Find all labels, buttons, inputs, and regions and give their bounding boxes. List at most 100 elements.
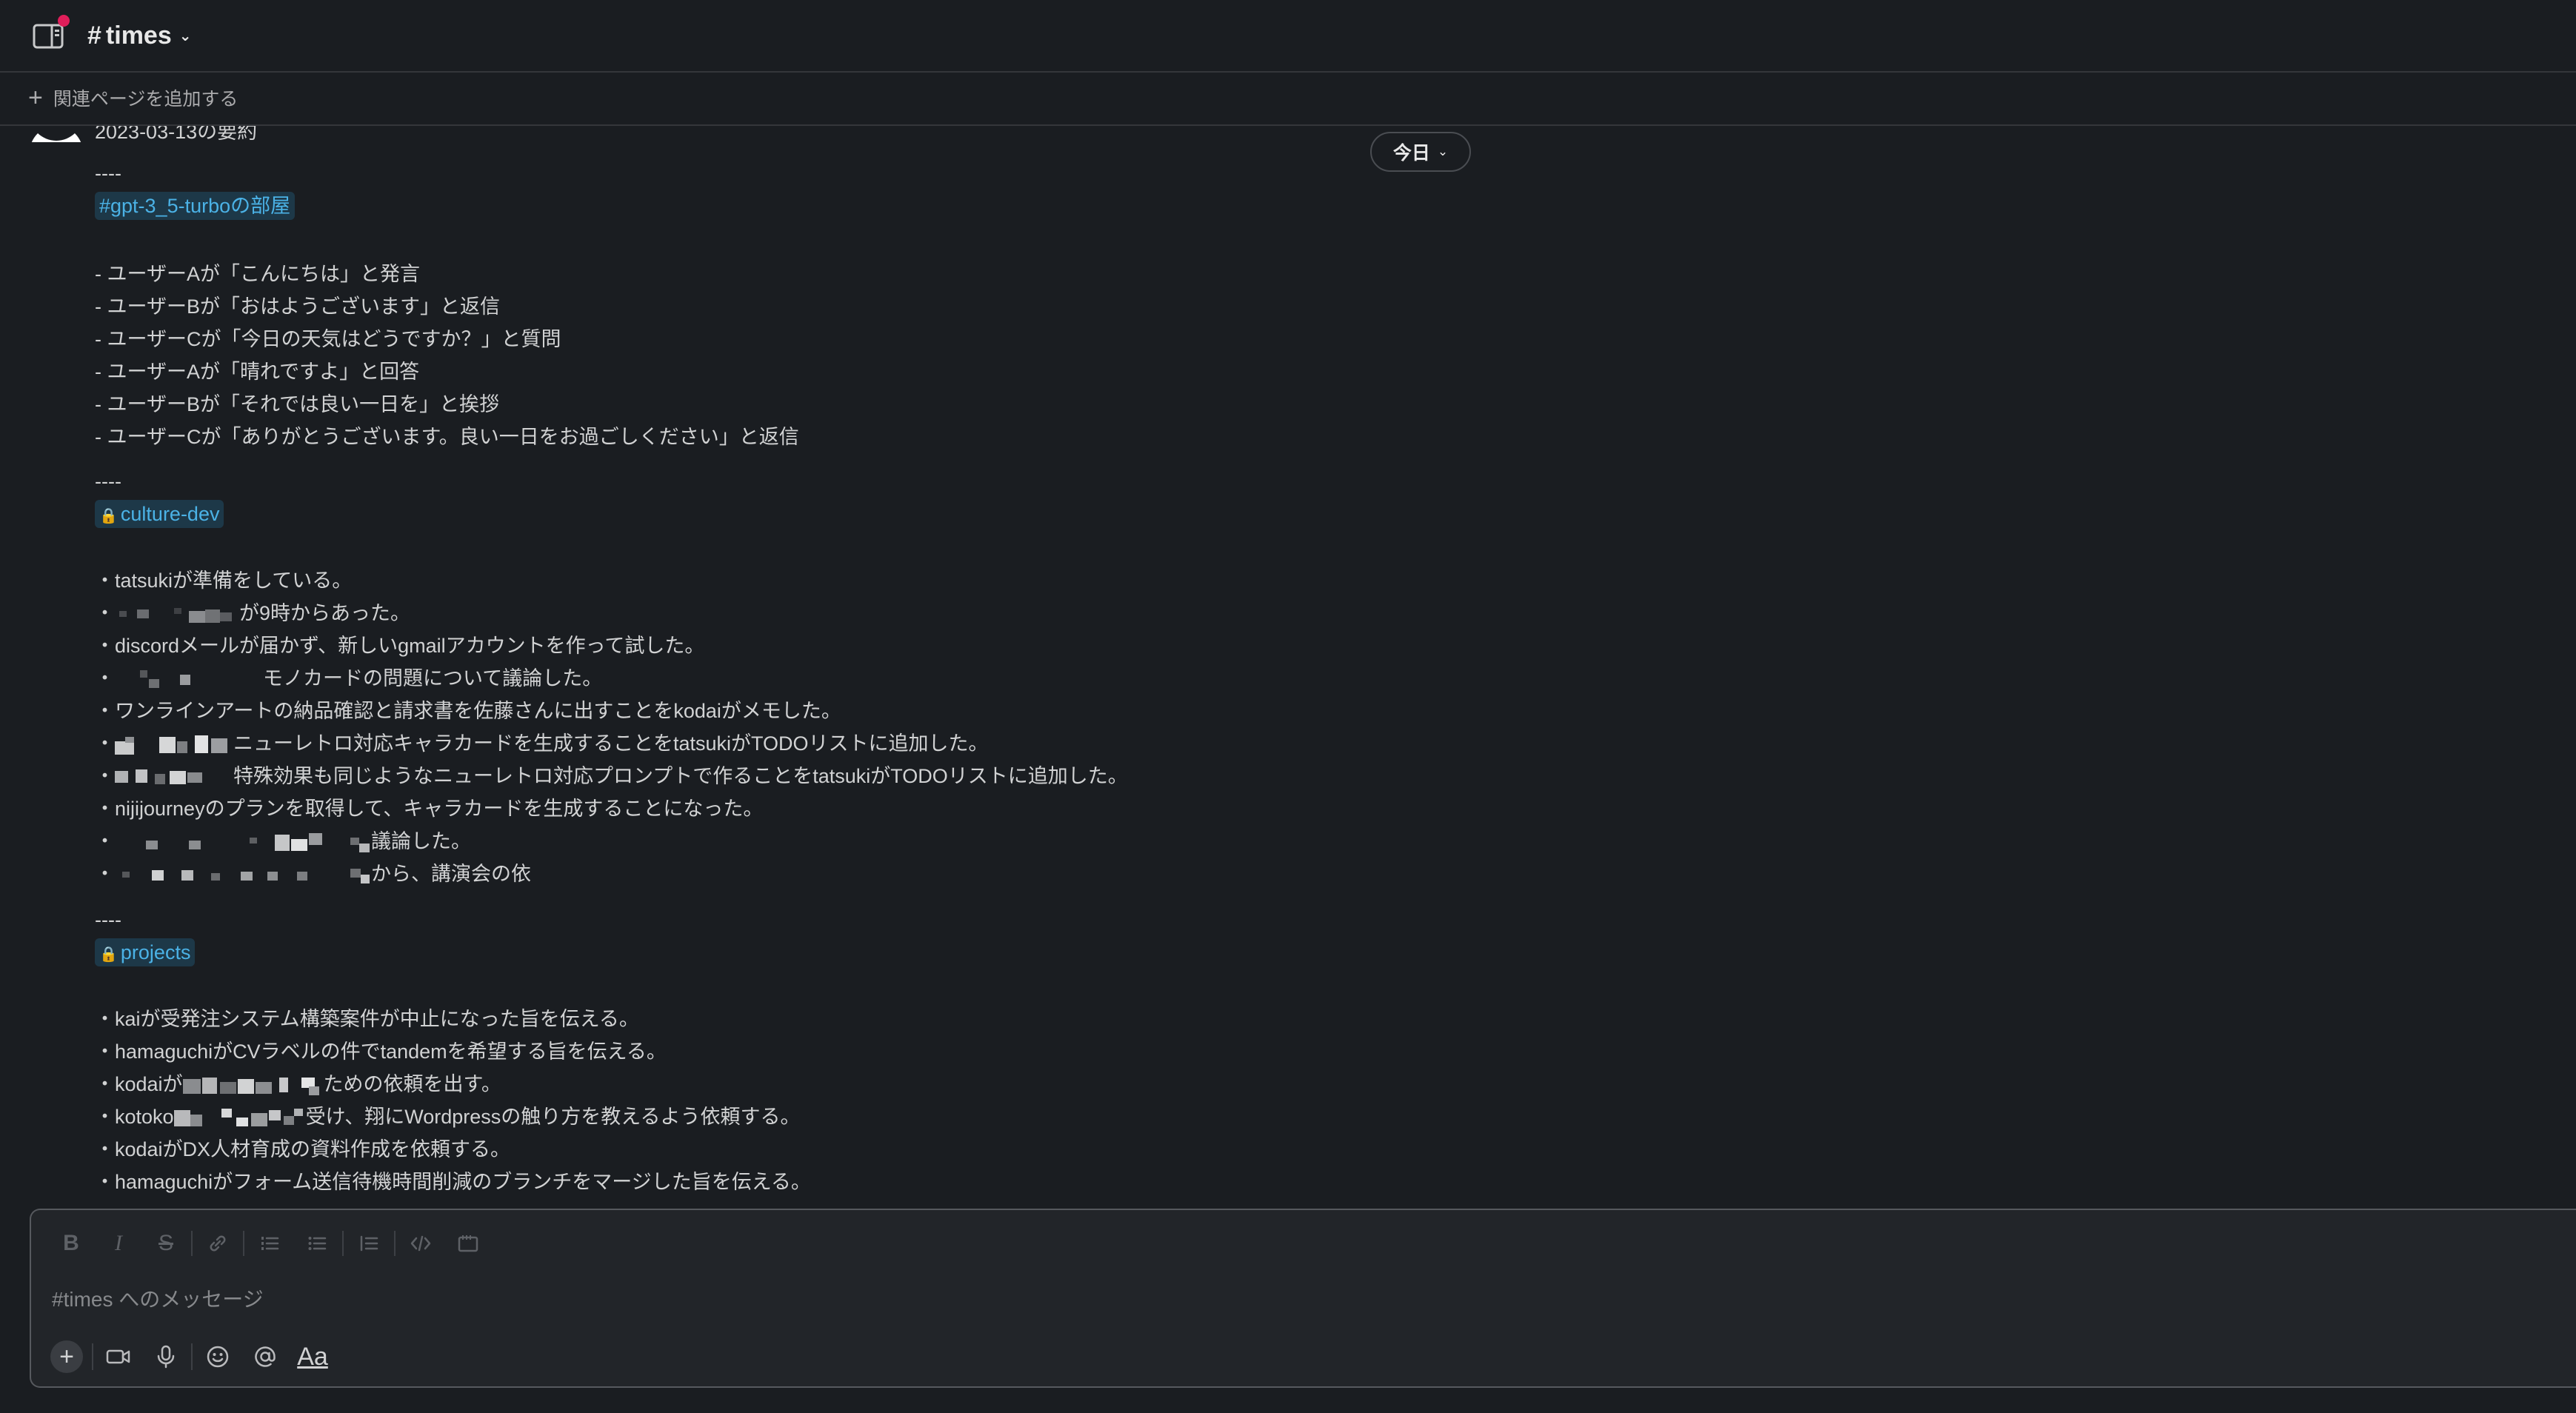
emoji-button[interactable] xyxy=(194,1334,241,1379)
mention-icon xyxy=(255,1346,276,1367)
format-text-icon: Aa xyxy=(297,1342,328,1371)
date-divider-label: 今日 xyxy=(1392,143,1430,164)
format-text-button[interactable]: Aa xyxy=(289,1334,336,1379)
channel-link-label: projects xyxy=(120,941,191,963)
redacted-text xyxy=(115,604,239,626)
date-divider-button[interactable]: 今日 ⌄ xyxy=(1370,132,1471,172)
list-item: - ユーザーCが「ありがとうございます。良い一日をお過ごしください」と返信 xyxy=(95,426,799,448)
list-item-text: から、講演会の依 xyxy=(371,863,531,885)
bulleted-list-button[interactable] xyxy=(293,1225,341,1262)
italic-button[interactable]: I xyxy=(95,1225,142,1262)
list-item-text: 議論した。 xyxy=(371,830,471,852)
list-item: ・nijijourneyのプランを取得して、キャラカードを生成することになった。 xyxy=(95,798,764,820)
bullet: ・ xyxy=(95,863,115,885)
strikethrough-button[interactable]: S xyxy=(142,1225,190,1262)
bulleted-list-icon xyxy=(308,1237,327,1250)
redacted-text xyxy=(173,1107,306,1129)
list-item: ・ワンラインアートの納品確認と請求書を佐藤さんに出すことをkodaiがメモした。 xyxy=(95,700,841,722)
lock-icon: 🔒 xyxy=(99,508,118,524)
toolbar-divider xyxy=(191,1231,193,1256)
channel-link-projects[interactable]: 🔒 projects xyxy=(95,938,196,966)
ordered-list-button[interactable] xyxy=(246,1225,293,1262)
list-item-prefix: ・kodaiが xyxy=(95,1073,183,1095)
section-channel-row: 🔒 projects xyxy=(95,938,196,967)
channel-name-button[interactable]: # times ⌄ xyxy=(87,16,192,55)
list-item: ・hamaguchiがCVラベルの件でtandemを希望する旨を伝える。 xyxy=(95,1040,667,1063)
list-item: ・ モノカードの問題について議論した。 xyxy=(95,664,602,693)
list-item: ・ が9時からあった。 xyxy=(95,598,410,628)
list-item: ・ から、講演会の依 xyxy=(95,859,531,889)
list-item-text: が9時からあった。 xyxy=(239,602,411,624)
section-separator: ---- xyxy=(95,470,121,492)
list-item: - ユーザーAが「こんにちは」と発言 xyxy=(95,263,420,285)
ordered-list-icon xyxy=(261,1237,279,1250)
lock-icon: 🔒 xyxy=(99,946,118,963)
toolbar-divider xyxy=(92,1343,93,1370)
audio-clip-button[interactable] xyxy=(142,1334,190,1379)
code-block-button[interactable] xyxy=(444,1225,492,1262)
italic-icon: I xyxy=(115,1231,122,1255)
section-channel-row: #gpt-3_5-turboの部屋 xyxy=(95,191,296,221)
redacted-text xyxy=(115,766,233,789)
composer-actions: + Aa xyxy=(43,1334,336,1379)
bullet: ・ xyxy=(95,765,115,787)
list-item: ・ ニューレトロ対応キャラカードを生成することをtatsukiがTODOリストに追… xyxy=(95,729,989,758)
toolbar-divider xyxy=(342,1231,344,1256)
list-item: ・kaiが受発注システム構築案件が中止になった旨を伝える。 xyxy=(95,1008,639,1030)
video-icon xyxy=(106,1349,130,1364)
list-item: ・discordメールが届かず、新しいgmailアカウントを作って試した。 xyxy=(95,635,705,657)
channel-link-label: #gpt-3_5-turboの部屋 xyxy=(99,195,291,217)
list-item: ・kodaiがDX人材育成の資料作成を依頼する。 xyxy=(95,1138,511,1160)
channel-link-culture-dev[interactable]: 🔒 culture-dev xyxy=(95,500,224,528)
video-clip-button[interactable] xyxy=(95,1334,142,1379)
bullet: ・ xyxy=(95,830,115,852)
link-button[interactable] xyxy=(194,1225,241,1262)
mention-button[interactable] xyxy=(241,1334,289,1379)
list-item: ・tatsukiが準備をしている。 xyxy=(95,569,353,592)
plus-icon: + xyxy=(28,84,43,112)
add-bookmark-button[interactable]: + 関連ページを追加する xyxy=(28,84,238,111)
add-bookmark-label: 関連ページを追加する xyxy=(53,89,238,110)
redacted-text xyxy=(115,832,371,854)
blockquote-button[interactable] xyxy=(345,1225,393,1262)
redacted-text xyxy=(115,669,263,691)
redacted-text xyxy=(182,1075,324,1097)
code-block-icon xyxy=(458,1235,478,1252)
list-item-text: ための依頼を出す。 xyxy=(323,1073,501,1095)
link-icon xyxy=(210,1235,226,1252)
code-button[interactable] xyxy=(397,1225,444,1262)
channel-name: times xyxy=(105,21,172,50)
attach-button[interactable]: + xyxy=(43,1334,90,1379)
avatar[interactable] xyxy=(30,126,83,142)
redacted-text xyxy=(115,734,233,756)
toolbar-divider xyxy=(191,1343,193,1370)
section-separator: ---- xyxy=(95,162,121,184)
bullet: ・ xyxy=(95,602,115,624)
list-item: - ユーザーAが「晴れですよ」と回答 xyxy=(95,361,420,383)
toolbar-divider xyxy=(394,1231,396,1256)
blockquote-icon xyxy=(360,1235,378,1252)
list-item: - ユーザーCが「今日の天気はどうですか？」と質問 xyxy=(95,328,561,350)
toolbar-divider xyxy=(243,1231,244,1256)
list-item-text: ニューレトロ対応キャラカードを生成することをtatsukiがTODOリストに追加… xyxy=(233,732,989,755)
sidebar-toggle-button[interactable] xyxy=(33,15,70,50)
list-item: ・ 特殊効果も同じようなニューレトロ対応プロンプトで作ることをtatsukiがTO… xyxy=(95,761,1128,791)
channel-link-label: culture-dev xyxy=(120,503,220,525)
bullet: ・ xyxy=(95,732,115,755)
section-separator: ---- xyxy=(95,909,121,931)
message-input[interactable] xyxy=(50,1278,2423,1321)
microphone-icon xyxy=(157,1345,175,1369)
emoji-icon xyxy=(207,1346,229,1368)
list-item: ・kodaiが ための依頼を出す。 xyxy=(95,1069,501,1099)
code-icon xyxy=(410,1235,431,1252)
strikethrough-icon: S xyxy=(158,1231,173,1255)
notification-dot xyxy=(58,15,70,27)
list-item: ・kotoko 受け、翔にWordpressの触り方を教えるよう依頼する。 xyxy=(95,1102,800,1132)
chevron-down-icon: ⌄ xyxy=(178,27,192,44)
channel-link-gpt[interactable]: #gpt-3_5-turboの部屋 xyxy=(95,192,296,220)
redacted-text xyxy=(115,864,371,886)
list-item: ・ 議論した。 xyxy=(95,826,471,856)
bold-button[interactable]: B xyxy=(47,1225,95,1262)
message-list[interactable]: 2023-03-13の要約 ---- #gpt-3_5-turboの部屋 - ユ… xyxy=(0,126,2576,1209)
list-item-text: 受け、翔にWordpressの触り方を教えるよう依頼する。 xyxy=(305,1106,801,1128)
